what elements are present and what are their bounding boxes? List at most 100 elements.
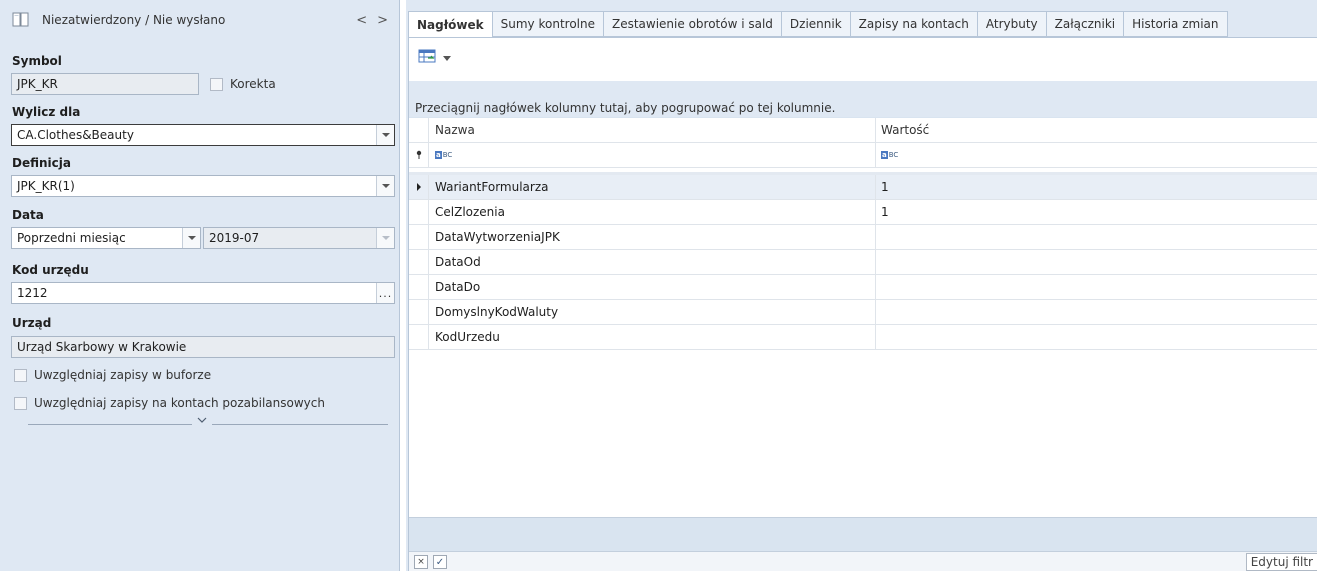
ellipsis-button[interactable]: ... bbox=[376, 283, 394, 303]
definicja-value: JPK_KR(1) bbox=[17, 179, 75, 193]
table-row[interactable]: WariantFormularza 1 bbox=[409, 172, 1317, 200]
group-hint: Przeciągnij nagłówek kolumny tutaj, aby … bbox=[415, 101, 836, 115]
urzad-label: Urząd bbox=[12, 316, 52, 330]
filter-wartosc-abc-icon[interactable]: a BC bbox=[881, 151, 898, 159]
kod-urzedu-label: Kod urzędu bbox=[12, 263, 89, 277]
tab-atrybuty[interactable]: Atrybuty bbox=[977, 11, 1047, 37]
bufor-label: Uwzględniaj zapisy w buforze bbox=[34, 368, 212, 382]
kod-urzedu-value: 1212 bbox=[17, 286, 48, 300]
row-indicator bbox=[409, 275, 429, 299]
edit-filter-button[interactable]: Edytuj filtr bbox=[1245, 553, 1317, 571]
table-row[interactable]: CelZlozenia 1 bbox=[409, 200, 1317, 225]
row-pointer-icon bbox=[409, 175, 429, 199]
enable-filter-checkbox[interactable]: ✓ bbox=[433, 555, 447, 569]
korekta-checkbox-box[interactable] bbox=[210, 77, 223, 91]
wylicz-dropdown[interactable]: CA.Clothes&Beauty bbox=[11, 124, 395, 146]
symbol-field[interactable]: JPK_KR bbox=[11, 73, 199, 95]
tab-sumy-kontrolne[interactable]: Sumy kontrolne bbox=[492, 11, 604, 37]
cell-nazwa[interactable]: WariantFormularza bbox=[435, 180, 549, 194]
toolbar-dropdown-icon[interactable] bbox=[443, 56, 451, 61]
definicja-dropdown-button[interactable] bbox=[376, 176, 394, 196]
column-divider bbox=[875, 325, 876, 349]
column-divider bbox=[875, 300, 876, 324]
grid-footer bbox=[409, 517, 1317, 551]
column-divider bbox=[875, 200, 876, 224]
column-divider bbox=[875, 225, 876, 249]
chevron-down-icon bbox=[381, 133, 390, 137]
pozabilansowe-checkbox[interactable]: Uwzględniaj zapisy na kontach pozabilans… bbox=[14, 396, 325, 410]
korekta-checkbox[interactable]: Korekta bbox=[210, 77, 276, 91]
data-label: Data bbox=[12, 208, 44, 222]
table-row[interactable]: DataWytworzeniaJPK bbox=[409, 225, 1317, 250]
cell-nazwa[interactable]: DataOd bbox=[435, 255, 481, 269]
row-indicator bbox=[409, 250, 429, 274]
grid-header-row: Nazwa Wartość bbox=[409, 118, 1317, 143]
bufor-checkbox-box[interactable] bbox=[14, 368, 27, 382]
pozabilansowe-label: Uwzględniaj zapisy na kontach pozabilans… bbox=[34, 396, 325, 410]
group-by-panel[interactable]: Przeciągnij nagłówek kolumny tutaj, aby … bbox=[409, 81, 1317, 117]
symbol-value: JPK_KR bbox=[17, 77, 58, 91]
cell-nazwa[interactable]: KodUrzedu bbox=[435, 330, 500, 344]
row-indicator bbox=[409, 200, 429, 224]
prev-arrow-icon[interactable]: < bbox=[356, 13, 367, 28]
date-dropdown-button bbox=[376, 228, 394, 248]
column-header-nazwa[interactable]: Nazwa bbox=[435, 123, 475, 137]
column-divider bbox=[875, 143, 876, 167]
cell-nazwa[interactable]: DomyslnyKodWaluty bbox=[435, 305, 558, 319]
definicja-dropdown[interactable]: JPK_KR(1) bbox=[11, 175, 395, 197]
pozabilansowe-checkbox-box[interactable] bbox=[14, 396, 27, 410]
grid-toolbar bbox=[409, 38, 1317, 81]
tab-content: Przeciągnij nagłówek kolumny tutaj, aby … bbox=[408, 37, 1317, 571]
right-area: Nagłówek Sumy kontrolne Zestawienie obro… bbox=[406, 0, 1317, 571]
tab-zapisy-na-kontach[interactable]: Zapisy na kontach bbox=[850, 11, 978, 37]
kod-urzedu-field[interactable]: 1212 ... bbox=[11, 282, 395, 304]
cell-wartosc[interactable]: 1 bbox=[881, 205, 889, 219]
divider-right bbox=[212, 424, 388, 425]
table-row[interactable]: KodUrzedu bbox=[409, 325, 1317, 350]
filter-row: a BC a BC bbox=[409, 143, 1317, 168]
table-row[interactable]: DomyslnyKodWaluty bbox=[409, 300, 1317, 325]
urzad-field: Urząd Skarbowy w Krakowie bbox=[11, 336, 395, 358]
period-dropdown-button[interactable] bbox=[182, 228, 200, 248]
tab-historia-zmian[interactable]: Historia zmian bbox=[1124, 11, 1228, 37]
header-indicator-cell bbox=[409, 118, 429, 142]
table-row[interactable]: DataOd bbox=[409, 250, 1317, 275]
column-divider bbox=[875, 118, 876, 142]
chevron-down-icon bbox=[381, 236, 390, 240]
column-divider bbox=[875, 250, 876, 274]
document-status: Niezatwierdzony / Nie wysłano bbox=[42, 13, 226, 27]
cell-nazwa[interactable]: CelZlozenia bbox=[435, 205, 505, 219]
chevron-down-icon bbox=[187, 236, 196, 240]
book-icon bbox=[12, 12, 30, 28]
wylicz-dropdown-button[interactable] bbox=[376, 125, 394, 145]
definicja-label: Definicja bbox=[12, 156, 71, 170]
row-indicator bbox=[409, 300, 429, 324]
table-row[interactable]: DataDo bbox=[409, 275, 1317, 300]
tab-dziennik[interactable]: Dziennik bbox=[781, 11, 851, 37]
filter-status-bar: × ✓ Edytuj filtr bbox=[409, 551, 1317, 571]
cell-wartosc[interactable]: 1 bbox=[881, 180, 889, 194]
period-dropdown[interactable]: Poprzedni miesiąc bbox=[11, 227, 201, 249]
tab-zestawienie[interactable]: Zestawienie obrotów i sald bbox=[603, 11, 782, 37]
tab-naglowek[interactable]: Nagłówek bbox=[408, 11, 493, 38]
bufor-checkbox[interactable]: Uwzględniaj zapisy w buforze bbox=[14, 368, 211, 382]
chevron-down-icon bbox=[381, 184, 390, 188]
cell-nazwa[interactable]: DataWytworzeniaJPK bbox=[435, 230, 560, 244]
column-header-wartosc[interactable]: Wartość bbox=[881, 123, 929, 137]
expand-chevron-icon[interactable] bbox=[197, 416, 207, 427]
filter-pin-icon bbox=[409, 143, 429, 167]
wylicz-value: CA.Clothes&Beauty bbox=[17, 128, 134, 142]
filter-nazwa-abc-icon[interactable]: a BC bbox=[435, 151, 452, 159]
grid-area: Przeciągnij nagłówek kolumny tutaj, aby … bbox=[409, 81, 1317, 571]
tab-strip: Nagłówek Sumy kontrolne Zestawienie obro… bbox=[408, 11, 1228, 38]
date-value-field: 2019-07 bbox=[203, 227, 395, 249]
row-indicator bbox=[409, 325, 429, 349]
next-arrow-icon[interactable]: > bbox=[377, 13, 388, 28]
cell-nazwa[interactable]: DataDo bbox=[435, 280, 480, 294]
column-divider bbox=[875, 175, 876, 199]
tab-zalaczniki[interactable]: Załączniki bbox=[1046, 11, 1125, 37]
symbol-label: Symbol bbox=[12, 54, 62, 68]
left-panel-header: Niezatwierdzony / Nie wysłano < > bbox=[0, 0, 400, 40]
clear-filter-button[interactable]: × bbox=[414, 555, 428, 569]
grid-layout-icon[interactable] bbox=[418, 49, 436, 66]
